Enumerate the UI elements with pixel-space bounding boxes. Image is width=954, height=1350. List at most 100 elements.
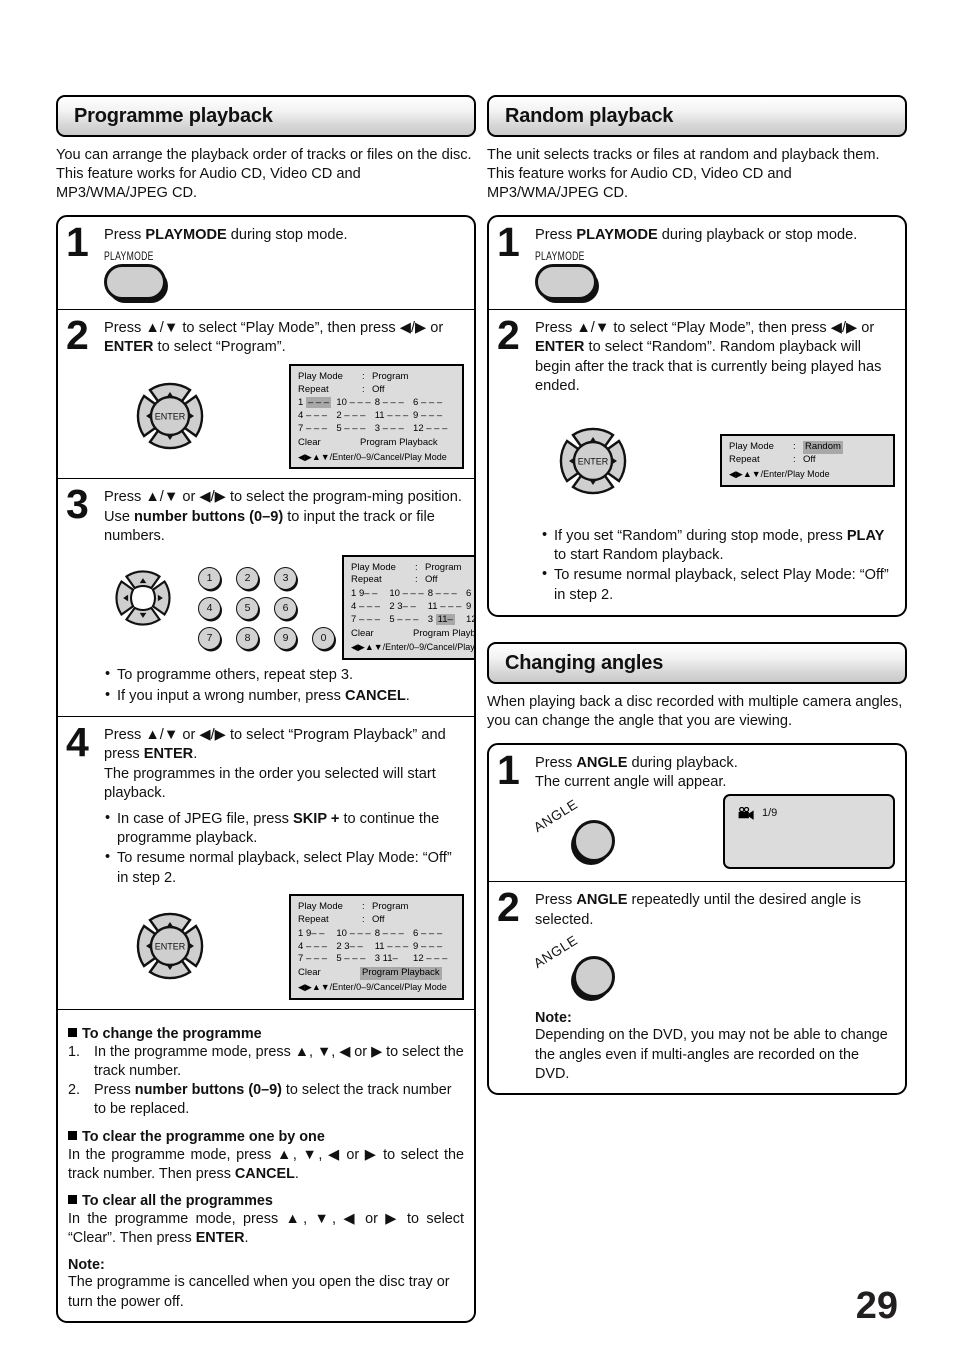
number-key-1[interactable]: 1 [198, 566, 221, 590]
osd-slot[interactable]: 5 – – – [389, 614, 427, 627]
osd-slot[interactable]: 4 – – – [298, 941, 336, 954]
section-header-random-playback: Random playback [487, 95, 907, 137]
osd-slot-value: – – – [305, 423, 328, 435]
osd-slot[interactable]: 10 – – – [336, 928, 374, 941]
list-item: To programme others, repeat step 3. [104, 665, 464, 685]
osd-slot-value: – – – [387, 940, 409, 952]
dpad-control[interactable]: ENTER [118, 894, 222, 998]
osd-slot[interactable]: 7 – – – [298, 423, 336, 436]
list-item-number: 2. [68, 1082, 81, 1099]
number-key-6[interactable]: 6 [274, 596, 297, 620]
playmode-button-icon[interactable] [535, 264, 597, 301]
osd-play-mode-value: Program [372, 370, 409, 382]
osd-slot[interactable]: 5 – – – [336, 423, 374, 436]
dpad-control[interactable]: ENTER [118, 364, 222, 468]
dpad-control[interactable]: ENTER [541, 409, 645, 513]
osd-slot[interactable]: 6 – – – [413, 397, 455, 410]
programme-playback-column: Programme playback You can arrange the p… [56, 95, 476, 1323]
osd-slot[interactable]: 4 – – – [298, 410, 336, 423]
osd-slot[interactable]: 4 – – – [351, 601, 389, 614]
osd-slot[interactable]: 1 9– – [351, 588, 389, 601]
osd-clear-label[interactable]: Clear [351, 628, 413, 641]
angle-button-group[interactable]: ANGLE [531, 933, 645, 1008]
osd-slot-value: – – – [474, 588, 475, 599]
osd-program-playback-label[interactable]: Program Playback [360, 967, 442, 981]
osd-slot[interactable]: 11 – – – [375, 941, 413, 954]
osd-slot[interactable]: 3 11– [375, 953, 413, 966]
angle-button-icon[interactable] [573, 956, 615, 999]
step-text: Press ▲/▼ or ◀/▶ to select “Program Play… [104, 727, 446, 802]
number-key-0[interactable]: 0 [312, 626, 335, 650]
osd-program-playback-label[interactable]: Program Playback [360, 437, 438, 450]
number-key-8[interactable]: 8 [236, 626, 259, 650]
number-key-7[interactable]: 7 [198, 626, 221, 650]
number-key-2[interactable]: 2 [236, 566, 259, 590]
bullet-square-icon [68, 1195, 77, 1205]
osd-slot-value: – – – [305, 410, 328, 422]
osd-repeat-label: Repeat [298, 383, 329, 395]
section-header-programme-playback: Programme playback [56, 95, 476, 137]
osd-slot[interactable]: 9 – – – [466, 601, 474, 614]
random-steps-box: 1 Press PLAYMODE during playback or stop… [487, 214, 907, 618]
osd-slot-value: – – – [358, 601, 381, 613]
number-keypad[interactable]: 123 456 7890 [198, 566, 342, 650]
angle-button-group[interactable]: ANGLE [531, 797, 645, 872]
number-key-3[interactable]: 3 [274, 566, 297, 590]
osd-slot[interactable]: 10 – – – [389, 588, 427, 601]
osd-slot[interactable]: 9 – – – [413, 410, 455, 423]
osd-slot[interactable]: 3 11– [428, 613, 466, 627]
osd-program-playback-label[interactable]: Program Playback [413, 628, 474, 641]
osd-slot[interactable]: 7 – – – [351, 614, 389, 627]
osd-slot-value: – – – [305, 940, 328, 952]
osd-slot[interactable]: 2 3– – [389, 601, 427, 614]
osd-slot[interactable]: 11 – – – [428, 601, 466, 614]
osd-slot[interactable]: 7 – – – [298, 953, 336, 966]
osd-program-step4: Play Mode: Program Repeat: Off 1 9– –10 – … [289, 894, 464, 1000]
osd-slot[interactable]: 12 – – – [466, 614, 474, 627]
osd-slot-value: – – – [420, 940, 443, 952]
osd-slot[interactable]: 9 – – – [413, 941, 455, 954]
osd-slot[interactable]: 3 – – – [375, 423, 413, 436]
osd-slot-row: 1 9– –10 – – –8 – – –6 – – – [351, 588, 475, 601]
osd-program-slots: 1 9– –10 – – –8 – – –6 – – – 4 – – –2 3– … [298, 928, 455, 966]
osd-slot[interactable]: 1 9– – [298, 928, 336, 941]
number-key-4[interactable]: 4 [198, 596, 221, 620]
osd-slot[interactable]: 5 – – – [336, 953, 374, 966]
osd-clear-label[interactable]: Clear [298, 967, 360, 980]
osd-slot[interactable]: 12 – – – [413, 953, 455, 966]
angle-button-icon[interactable] [573, 820, 615, 863]
osd-slot[interactable]: 1 – – – [298, 397, 336, 410]
osd-slot[interactable]: 2 3– – [336, 941, 374, 954]
osd-slot-value: – – – [305, 953, 328, 965]
osd-slot-value: – – – [387, 410, 409, 422]
dpad-control[interactable] [100, 555, 186, 641]
playmode-button-icon[interactable] [104, 264, 166, 301]
osd-clear-label[interactable]: Clear [298, 437, 360, 450]
osd-slot[interactable]: 8 – – – [428, 588, 466, 601]
osd-slot[interactable]: 6 – – – [413, 928, 455, 941]
playmode-button-group[interactable]: PLAYMODE [535, 249, 895, 301]
osd-slot-value: – – – [382, 423, 404, 435]
programme-steps-box: 1 Press PLAYMODE during stop mode. PLAYM… [56, 214, 476, 1323]
osd-slot[interactable]: 10 – – – [336, 397, 374, 410]
programme-extra-notes: To change the programme 1. In the program… [58, 1010, 474, 1321]
osd-slot[interactable]: 12 – – – [413, 423, 455, 436]
osd-slot[interactable]: 8 – – – [375, 397, 413, 410]
list-item-text: In the programme mode, press ▲, ▼, ◀ or … [94, 1043, 464, 1080]
osd-slot[interactable]: 11 – – – [375, 410, 413, 423]
number-key-5[interactable]: 5 [236, 596, 259, 620]
number-key-9[interactable]: 9 [274, 626, 297, 650]
random-step-2-bullets: If you set “Random” during stop mode, pr… [541, 526, 895, 606]
osd-slot[interactable]: 8 – – – [375, 928, 413, 941]
osd-slot-value: – – – [435, 588, 457, 600]
random-intro-text: The unit selects tracks or files at rand… [487, 147, 880, 202]
osd-repeat-value: Off [372, 383, 385, 395]
osd-slot-value: – – – [426, 423, 448, 435]
osd-slot[interactable]: 2 – – – [336, 410, 374, 423]
osd-slot-value: – – – [382, 927, 404, 939]
playmode-button-group[interactable]: PLAYMODE [104, 249, 464, 301]
step-number: 2 [497, 312, 520, 359]
osd-slot[interactable]: 6 – – – [466, 588, 475, 601]
programme-intro-text: You can arrange the playback order of tr… [56, 147, 472, 202]
random-step-1: 1 Press PLAYMODE during playback or stop… [489, 217, 905, 311]
